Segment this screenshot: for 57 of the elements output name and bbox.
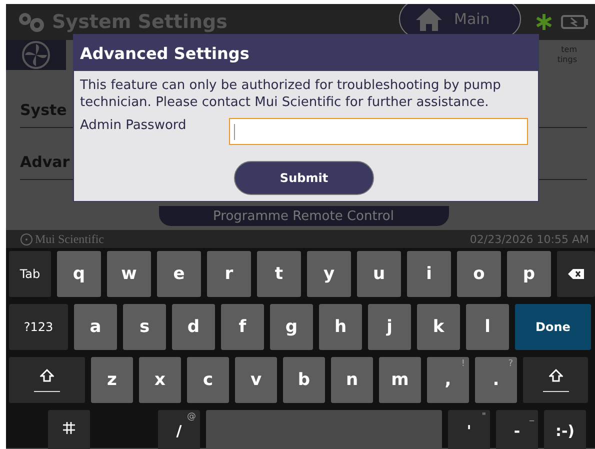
settings-key[interactable] [48,410,90,449]
keyboard-key[interactable]: - _ [496,410,538,449]
keyboard-key[interactable]: t [257,251,301,297]
shift-icon [40,368,54,382]
keyboard-key[interactable]: n [331,357,373,403]
keyboard-key[interactable]: l [466,304,509,350]
asterisk-icon [535,13,553,31]
keyboard-key[interactable]: o [457,251,501,297]
logo-icon [20,232,33,246]
keyboard-key[interactable]: h [319,304,362,350]
section-heading: Advar [20,153,70,171]
keyboard-key[interactable]: c [187,357,229,403]
field-label: Admin Password [80,118,188,133]
keyboard-key[interactable]: x [139,357,181,403]
keyboard-key[interactable]: k [417,304,460,350]
shift-key[interactable] [9,357,85,403]
section-heading: Syste [20,101,67,119]
keyboard-key[interactable]: q [57,251,101,297]
keyboard-key[interactable]: e [157,251,201,297]
keyboard-key[interactable]: p [507,251,551,297]
done-key[interactable]: Done [515,304,591,350]
keyboard-key[interactable]: u [357,251,401,297]
submit-button[interactable]: Submit [234,161,374,195]
keyboard-key[interactable]: m [379,357,421,403]
keyboard-key[interactable]: i [407,251,451,297]
remote-control-button[interactable]: Programme Remote Control [158,206,448,226]
keyboard-key[interactable]: d [172,304,215,350]
keyboard-key[interactable]: ' " [448,410,490,449]
keyboard-key[interactable]: :-) [544,410,586,449]
dialog-message: This feature can only be authorized for troubleshooting by pump technician. Please contact Mui Scientific for further assistance. [80,77,502,111]
keyboard-key[interactable]: Tab [9,251,51,297]
password-field[interactable] [229,118,528,145]
fan-icon [21,40,51,70]
brand-label: Mui Scientific [20,232,104,246]
shift-icon [548,368,562,382]
keyboard-key[interactable]: f [221,304,264,350]
keyboard-key[interactable]: g [270,304,313,350]
keyboard-key[interactable]: w [107,251,151,297]
keyboard-key[interactable]: , ! [427,357,469,403]
keyboard-key[interactable]: r [207,251,251,297]
backspace-icon [568,269,584,279]
keyboard-key[interactable]: v [235,357,277,403]
date-time: 02/23/2026 10:55 AM [470,232,589,246]
keyboard-key[interactable]: j [368,304,411,350]
keyboard-key[interactable]: / @ [158,410,200,449]
keyboard-key[interactable]: . ? [475,357,517,403]
keyboard-key[interactable]: ?123 [9,304,68,350]
battery-icon [561,14,589,30]
shift-key[interactable] [523,357,588,403]
keyboard-key[interactable]: a [74,304,117,350]
keyboard-key[interactable]: y [307,251,351,297]
dialog-title: Advanced Settings [74,35,538,71]
keyboard-key[interactable]: b [283,357,325,403]
keyboard-key[interactable]: z [91,357,133,403]
backspace-key[interactable] [557,251,595,297]
keyboard-key[interactable]: s [123,304,166,350]
home-icon [414,6,444,32]
